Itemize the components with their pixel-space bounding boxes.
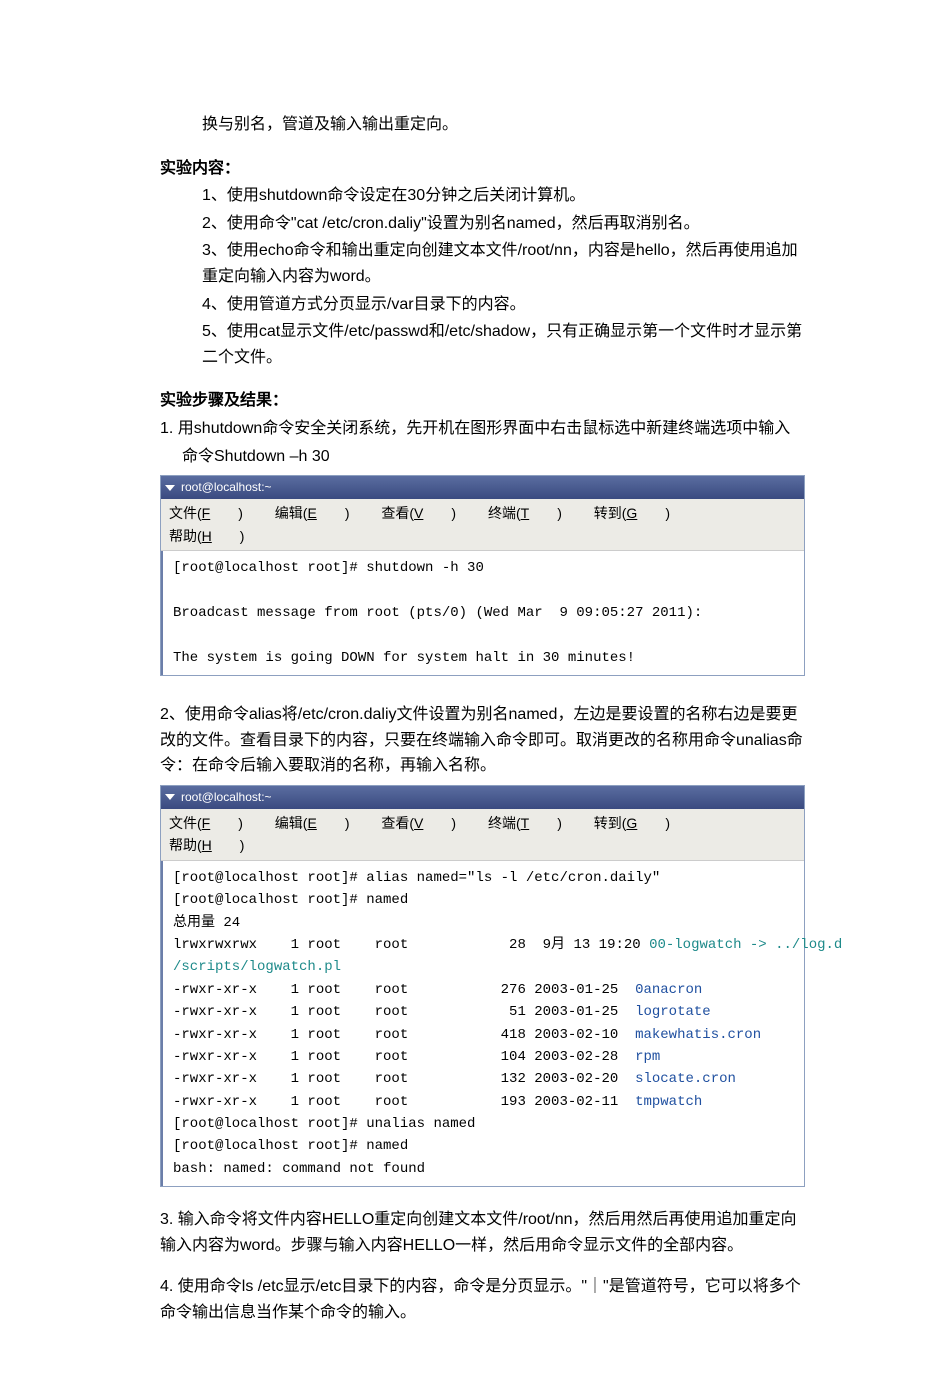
menu-edit[interactable]: 编辑(E) <box>275 812 350 834</box>
section-content-heading: 实验内容： <box>160 156 805 182</box>
menubar: 文件(F) 编辑(E) 查看(V) 终端(T) 转到(G) 帮助(H) <box>161 809 804 861</box>
titlebar: root@localhost:~ <box>161 786 804 809</box>
window-title: root@localhost:~ <box>181 478 272 497</box>
step1-line2: 命令Shutdown –h 30 <box>182 444 805 470</box>
window-title: root@localhost:~ <box>181 788 272 807</box>
dropdown-icon <box>165 485 175 491</box>
intro-line: 换与别名，管道及输入输出重定向。 <box>202 112 805 138</box>
menu-go[interactable]: 转到(G) <box>594 812 670 834</box>
step2-text: 2、使用命令alias将/etc/cron.daliy文件设置为别名named，… <box>160 702 805 779</box>
menu-file[interactable]: 文件(F) <box>169 812 243 834</box>
terminal-window-1: root@localhost:~ 文件(F) 编辑(E) 查看(V) 终端(T)… <box>160 475 805 676</box>
step1-line1: 1. 用shutdown命令安全关闭系统，先开机在图形界面中右击鼠标选中新建终端… <box>160 416 805 442</box>
menu-go[interactable]: 转到(G) <box>594 502 670 524</box>
content-item: 5、使用cat显示文件/etc/passwd和/etc/shadow，只有正确显… <box>202 319 805 370</box>
menu-view[interactable]: 查看(V) <box>381 812 456 834</box>
menubar: 文件(F) 编辑(E) 查看(V) 终端(T) 转到(G) 帮助(H) <box>161 499 804 551</box>
terminal-body: [root@localhost root]# alias named="ls -… <box>161 861 804 1186</box>
menu-help[interactable]: 帮助(H) <box>169 834 244 856</box>
dropdown-icon <box>165 794 175 800</box>
menu-terminal[interactable]: 终端(T) <box>488 812 562 834</box>
menu-edit[interactable]: 编辑(E) <box>275 502 350 524</box>
menu-help[interactable]: 帮助(H) <box>169 525 244 547</box>
section-steps-heading: 实验步骤及结果： <box>160 388 805 414</box>
step4-text: 4. 使用命令ls /etc显示/etc目录下的内容，命令是分页显示。"｜"是管… <box>160 1274 805 1325</box>
menu-view[interactable]: 查看(V) <box>381 502 456 524</box>
terminal-window-2: root@localhost:~ 文件(F) 编辑(E) 查看(V) 终端(T)… <box>160 785 805 1187</box>
step3-text: 3. 输入命令将文件内容HELLO重定向创建文本文件/root/nn，然后用然后… <box>160 1207 805 1258</box>
content-item: 1、使用shutdown命令设定在30分钟之后关闭计算机。 <box>202 183 805 209</box>
content-item: 2、使用命令"cat /etc/cron.daliy"设置为别名named，然后… <box>202 211 805 237</box>
content-item: 3、使用echo命令和输出重定向创建文本文件/root/nn，内容是hello，… <box>202 238 805 289</box>
menu-terminal[interactable]: 终端(T) <box>488 502 562 524</box>
titlebar: root@localhost:~ <box>161 476 804 499</box>
terminal-body: [root@localhost root]# shutdown -h 30 Br… <box>161 551 804 675</box>
menu-file[interactable]: 文件(F) <box>169 502 243 524</box>
content-item: 4、使用管道方式分页显示/var目录下的内容。 <box>202 292 805 318</box>
